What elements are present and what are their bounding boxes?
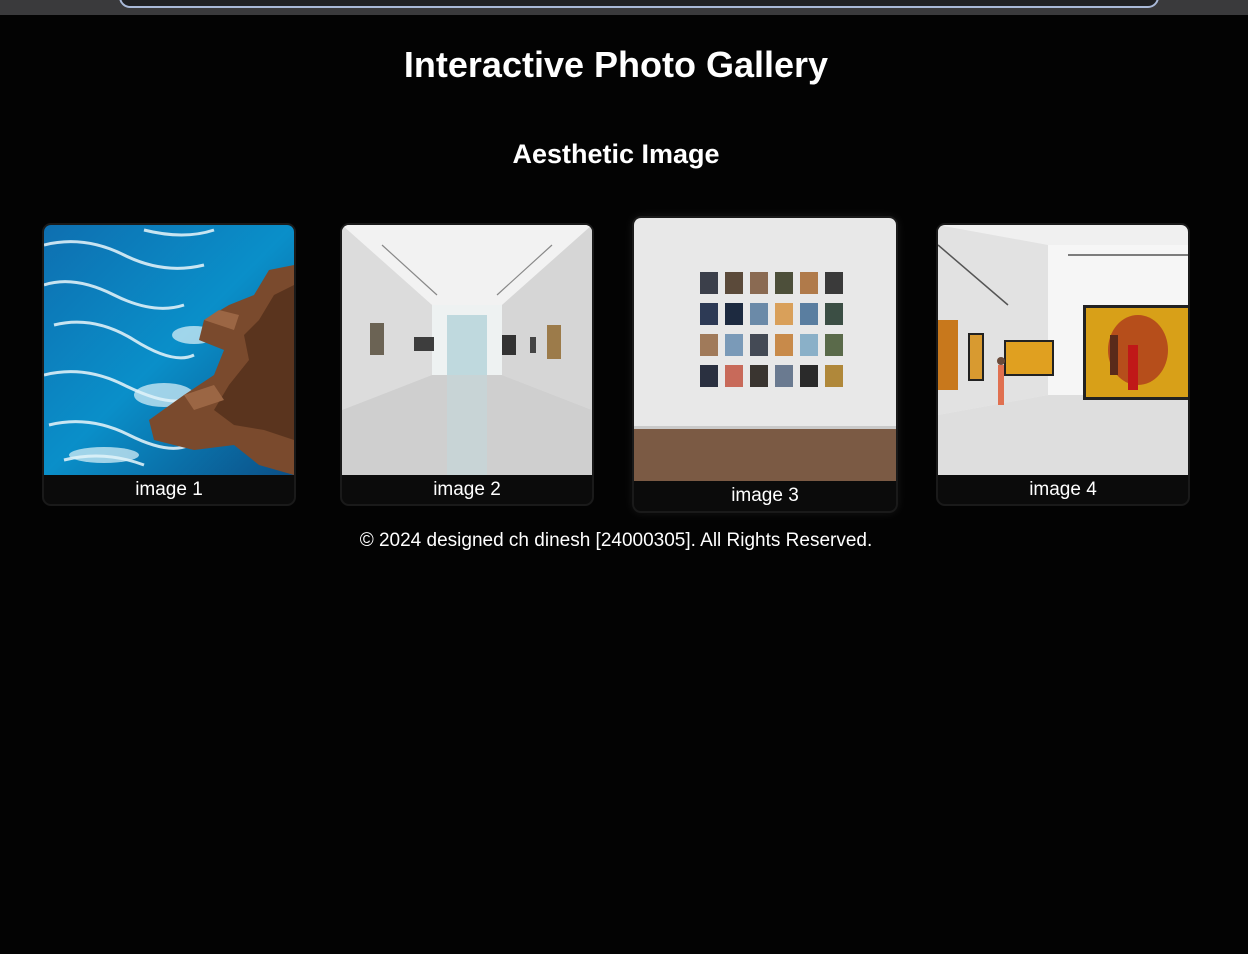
section-heading: Aesthetic Image bbox=[512, 139, 720, 169]
gallery-card-2[interactable]: image 2 bbox=[340, 223, 594, 506]
footer-copyright: © 2024 designed ch dinesh [24000305]. Al… bbox=[359, 530, 873, 551]
ocean-rocks-image[interactable] bbox=[44, 225, 294, 475]
gallery-card-1[interactable]: image 1 bbox=[42, 223, 296, 506]
gallery-caption: image 1 bbox=[135, 479, 203, 500]
gallery-caption: image 4 bbox=[1029, 479, 1097, 500]
gallery-caption: image 2 bbox=[433, 479, 501, 500]
page-title: Interactive Photo Gallery bbox=[403, 44, 829, 85]
address-bar[interactable] bbox=[119, 0, 1159, 8]
gallery-card-4[interactable]: image 4 bbox=[936, 223, 1190, 506]
photo-grid-wall-image[interactable] bbox=[634, 218, 896, 481]
gallery-card-3[interactable]: image 3 bbox=[632, 216, 898, 513]
paintings-gallery-image[interactable] bbox=[938, 225, 1188, 475]
browser-top-bar bbox=[0, 0, 1248, 15]
gallery-caption: image 3 bbox=[731, 485, 799, 506]
gallery-hall-image[interactable] bbox=[342, 225, 592, 475]
